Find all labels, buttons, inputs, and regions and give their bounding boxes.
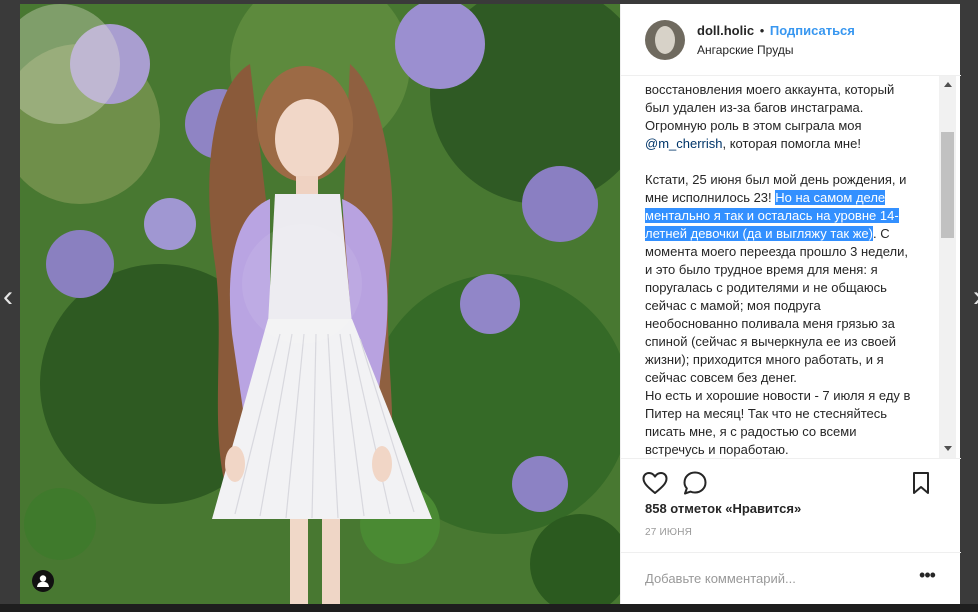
scroll-up-icon[interactable] <box>944 82 952 87</box>
bookmark-icon[interactable] <box>907 469 935 497</box>
post-header: doll.holic • Подписаться Ангарские Пруды <box>621 4 961 76</box>
mention-link[interactable]: @m_cherrish <box>645 136 723 151</box>
caption-paragraph: Но есть и хорошие новости - 7 июля я еду… <box>645 388 911 457</box>
author-line: doll.holic • Подписаться <box>697 23 855 38</box>
user-tag-icon[interactable] <box>32 570 54 592</box>
author-username[interactable]: doll.holic <box>697 23 754 38</box>
caption-paragraph: Кстати, 25 июня был мой день рождения, и… <box>645 171 917 387</box>
caption-scrollbar[interactable] <box>939 76 956 458</box>
scroll-thumb[interactable] <box>941 132 954 238</box>
user-tag-glyph <box>37 575 49 587</box>
caption-scroll-area[interactable]: восстановления моего аккаунта, который б… <box>621 76 961 458</box>
caption-text-4: . С момента моего переезда прошло 3 неде… <box>645 226 908 385</box>
more-icon[interactable]: ••• <box>917 566 937 587</box>
caption-text-2: , которая помогла мне! <box>722 136 861 151</box>
chevron-right-icon: › <box>973 280 978 313</box>
chevron-left-icon: ‹ <box>3 280 13 313</box>
post-date[interactable]: 27 ИЮНЯ <box>645 527 692 538</box>
location-link[interactable]: Ангарские Пруды <box>697 43 793 57</box>
follow-button[interactable]: Подписаться <box>770 23 855 38</box>
caption-text: восстановления моего аккаунта, который б… <box>645 81 917 458</box>
next-post-arrow[interactable]: › <box>970 282 978 312</box>
post-modal: doll.holic • Подписаться Ангарские Пруды… <box>20 4 961 604</box>
caption-paragraph: восстановления моего аккаунта, который б… <box>645 81 917 153</box>
avatar[interactable] <box>645 20 685 60</box>
post-actions <box>621 458 961 504</box>
likes-count[interactable]: 858 отметок «Нравится» <box>645 501 801 516</box>
heart-icon[interactable] <box>641 469 669 497</box>
caption-text-1: восстановления моего аккаунта, который б… <box>645 82 895 133</box>
comment-input[interactable] <box>645 567 905 589</box>
separator-dot: • <box>759 23 765 38</box>
previous-post-arrow[interactable]: ‹ <box>0 282 16 312</box>
photo-illustration <box>20 4 620 604</box>
comment-bar: ••• <box>621 552 961 604</box>
post-photo[interactable] <box>20 4 620 604</box>
post-side-panel: doll.holic • Подписаться Ангарские Пруды… <box>620 4 961 604</box>
grid-strip <box>0 604 978 612</box>
comment-icon[interactable] <box>681 469 709 497</box>
scroll-down-icon[interactable] <box>944 446 952 451</box>
